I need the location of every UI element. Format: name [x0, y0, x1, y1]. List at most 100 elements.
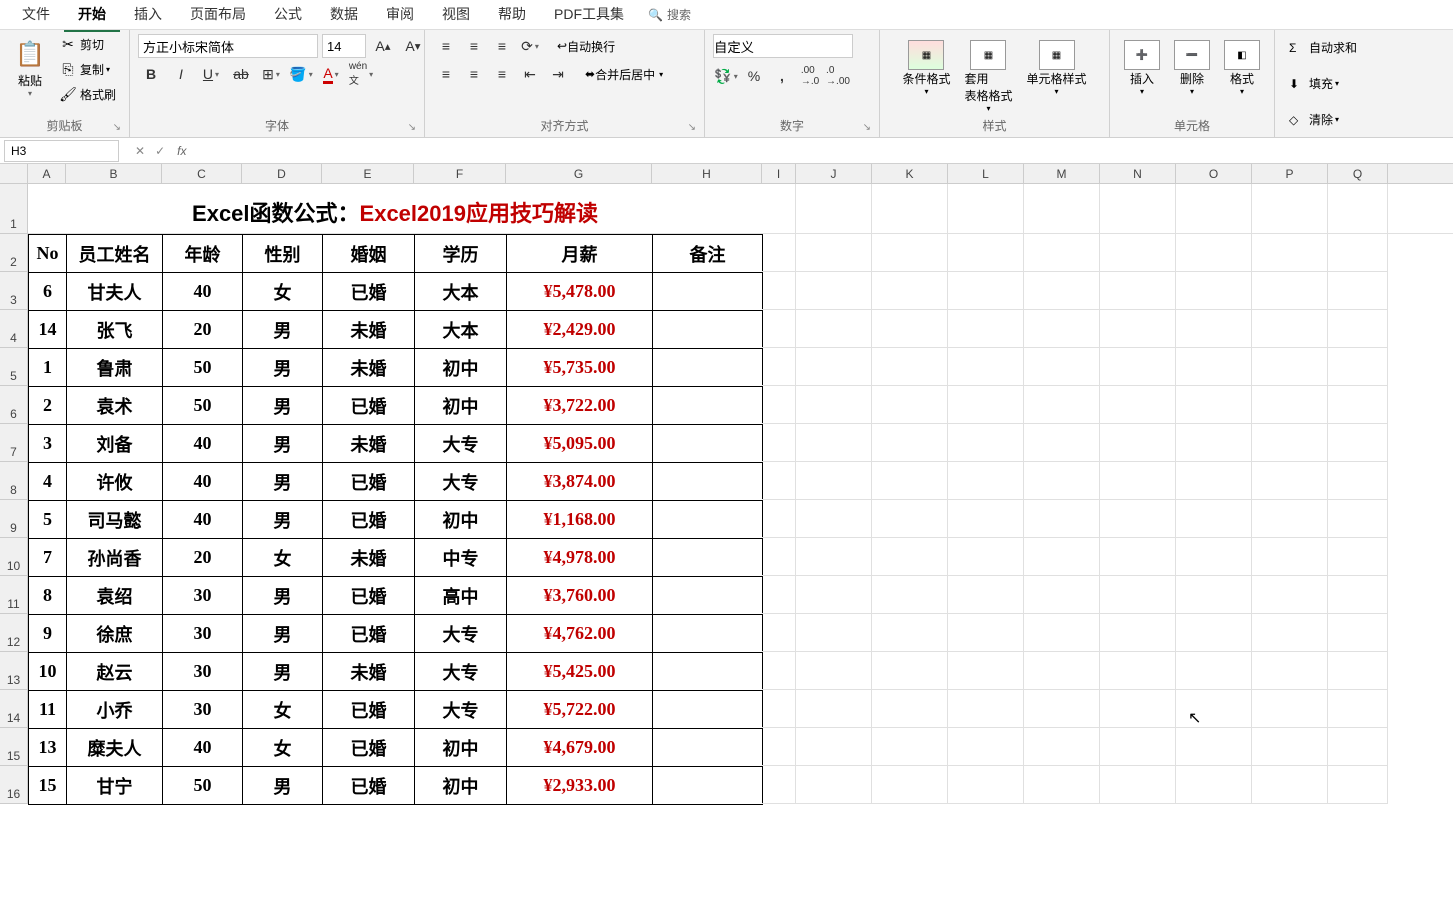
empty-cell[interactable] — [1176, 386, 1252, 423]
cell-marital[interactable]: 已婚 — [323, 691, 415, 729]
empty-cell[interactable] — [1176, 424, 1252, 461]
cell-marital[interactable]: 未婚 — [323, 425, 415, 463]
cell-marital[interactable]: 已婚 — [323, 729, 415, 767]
empty-cell[interactable] — [1024, 690, 1100, 727]
cell-remark[interactable] — [653, 311, 763, 349]
empty-cell[interactable] — [948, 386, 1024, 423]
cell-remark[interactable] — [653, 691, 763, 729]
empty-cell[interactable] — [1328, 652, 1388, 689]
col-header-K[interactable]: K — [872, 164, 948, 183]
cell-name[interactable]: 赵云 — [67, 653, 163, 691]
empty-cell[interactable] — [796, 690, 872, 727]
cell-remark[interactable] — [653, 387, 763, 425]
empty-cell[interactable] — [948, 728, 1024, 765]
cell-marital[interactable]: 未婚 — [323, 539, 415, 577]
row-header-15[interactable]: 15 — [0, 728, 27, 766]
menu-开始[interactable]: 开始 — [64, 0, 120, 32]
empty-cell[interactable] — [872, 538, 948, 575]
empty-cell[interactable] — [948, 500, 1024, 537]
cell-marital[interactable]: 已婚 — [323, 577, 415, 615]
cell-age[interactable]: 40 — [163, 425, 243, 463]
empty-cell[interactable] — [1100, 614, 1176, 651]
autosum-button[interactable]: Σ自动求和 — [1285, 36, 1443, 59]
cell-edu[interactable]: 大专 — [415, 691, 507, 729]
cell-age[interactable]: 40 — [163, 501, 243, 539]
font-color-button[interactable]: A — [318, 62, 344, 86]
empty-cell[interactable] — [872, 652, 948, 689]
empty-cell[interactable] — [1328, 576, 1388, 613]
empty-cell[interactable] — [762, 728, 796, 765]
empty-cell[interactable] — [1176, 348, 1252, 385]
border-button[interactable]: ⊞ — [258, 62, 284, 86]
empty-cell[interactable] — [872, 614, 948, 651]
format-painter-button[interactable]: 🖌格式刷 — [56, 84, 120, 105]
empty-cell[interactable] — [872, 690, 948, 727]
cell-gender[interactable]: 女 — [243, 539, 323, 577]
cell-gender[interactable]: 男 — [243, 615, 323, 653]
formula-input[interactable] — [192, 140, 1453, 162]
empty-cell[interactable] — [1100, 690, 1176, 727]
empty-cell[interactable] — [1328, 728, 1388, 765]
cell-edu[interactable]: 大专 — [415, 615, 507, 653]
empty-cell[interactable] — [762, 690, 796, 727]
cell-remark[interactable] — [653, 349, 763, 387]
empty-cell[interactable] — [762, 348, 796, 385]
empty-cell[interactable] — [1328, 500, 1388, 537]
clear-button[interactable]: ◇清除▾ — [1285, 108, 1443, 131]
cell-edu[interactable]: 大专 — [415, 425, 507, 463]
empty-cell[interactable] — [1252, 690, 1328, 727]
font-launcher[interactable]: ↘ — [408, 122, 416, 133]
empty-cell[interactable] — [1100, 348, 1176, 385]
empty-cell[interactable] — [1252, 500, 1328, 537]
cell-age[interactable]: 20 — [163, 539, 243, 577]
cell-remark[interactable] — [653, 615, 763, 653]
empty-cell[interactable] — [1252, 576, 1328, 613]
row-header-11[interactable]: 11 — [0, 576, 27, 614]
empty-cell[interactable] — [1252, 348, 1328, 385]
empty-cell[interactable] — [1252, 652, 1328, 689]
empty-cell[interactable] — [1024, 652, 1100, 689]
empty-cell[interactable] — [1328, 348, 1388, 385]
bold-button[interactable]: B — [138, 62, 164, 86]
cell-gender[interactable]: 男 — [243, 387, 323, 425]
empty-cell[interactable] — [1252, 766, 1328, 803]
empty-cell[interactable] — [872, 272, 948, 309]
cell-age[interactable]: 30 — [163, 615, 243, 653]
cell-name[interactable]: 甘夫人 — [67, 273, 163, 311]
empty-cell[interactable] — [1328, 310, 1388, 347]
cell-salary[interactable]: ¥1,168.00 — [507, 501, 653, 539]
col-header-J[interactable]: J — [796, 164, 872, 183]
empty-cell[interactable] — [1024, 348, 1100, 385]
col-header-C[interactable]: C — [162, 164, 242, 183]
empty-cell[interactable] — [762, 538, 796, 575]
empty-cell[interactable] — [1024, 538, 1100, 575]
paste-button[interactable]: 📋 粘贴 ▾ — [8, 34, 52, 102]
col-header-D[interactable]: D — [242, 164, 322, 183]
empty-cell[interactable] — [796, 272, 872, 309]
empty-cell[interactable] — [1100, 500, 1176, 537]
col-header-H[interactable]: H — [652, 164, 762, 183]
comma-button[interactable]: , — [769, 64, 795, 88]
empty-cell[interactable] — [1328, 538, 1388, 575]
col-header-L[interactable]: L — [948, 164, 1024, 183]
cell-salary[interactable]: ¥5,722.00 — [507, 691, 653, 729]
align-right-button[interactable]: ≡ — [489, 62, 515, 86]
underline-button[interactable]: U — [198, 62, 224, 86]
empty-cell[interactable] — [948, 234, 1024, 271]
cell-gender[interactable]: 男 — [243, 425, 323, 463]
empty-cell[interactable] — [948, 690, 1024, 727]
font-name-select[interactable] — [138, 34, 318, 58]
row-header-8[interactable]: 8 — [0, 462, 27, 500]
percent-button[interactable]: % — [741, 64, 767, 88]
empty-cell[interactable] — [872, 348, 948, 385]
row-header-14[interactable]: 14 — [0, 690, 27, 728]
cell-salary[interactable]: ¥5,478.00 — [507, 273, 653, 311]
cell-edu[interactable]: 大本 — [415, 311, 507, 349]
increase-font-button[interactable]: A▴ — [370, 34, 396, 58]
empty-cell[interactable] — [1100, 766, 1176, 803]
empty-cell[interactable] — [1024, 576, 1100, 613]
align-left-button[interactable]: ≡ — [433, 62, 459, 86]
cell-remark[interactable] — [653, 577, 763, 615]
cell-salary[interactable]: ¥4,762.00 — [507, 615, 653, 653]
cell-marital[interactable]: 已婚 — [323, 615, 415, 653]
